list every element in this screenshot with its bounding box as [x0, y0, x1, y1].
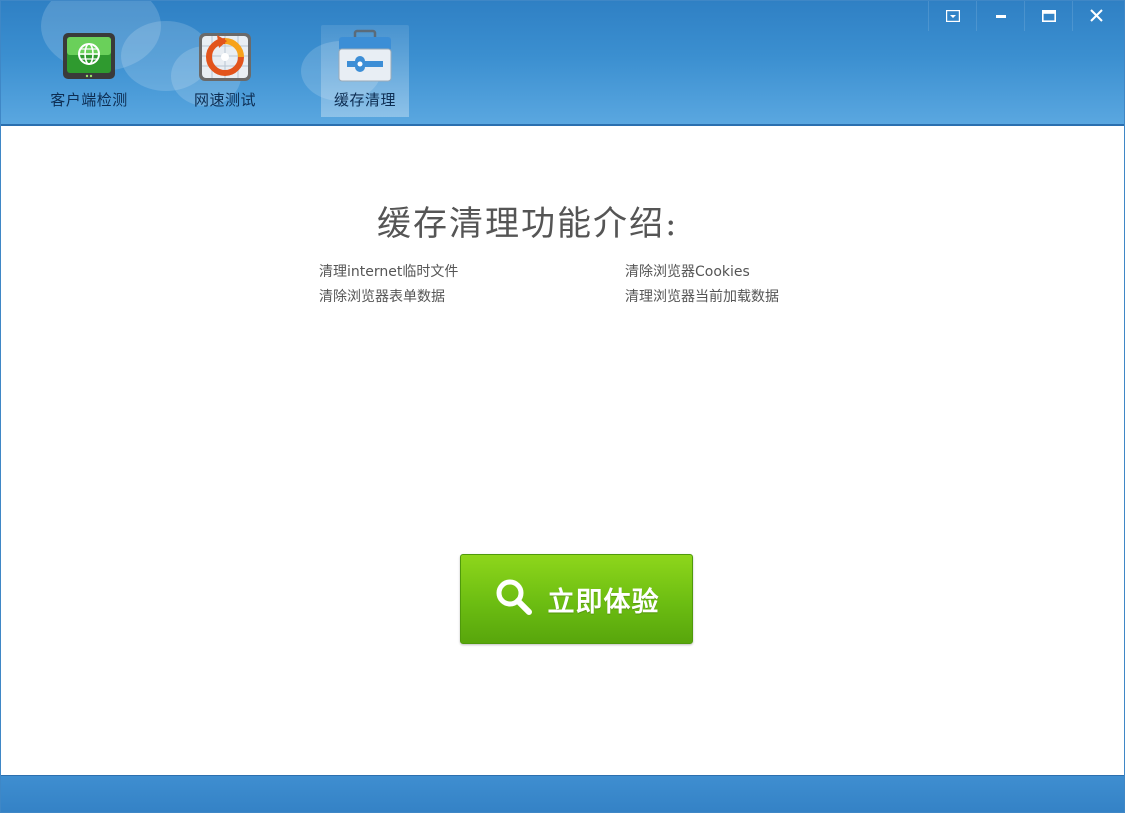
speed-refresh-icon [197, 29, 253, 85]
search-icon [494, 577, 534, 621]
maximize-icon [1041, 7, 1056, 26]
tab-label: 网速测试 [193, 91, 256, 109]
toolbox-wrench-icon [337, 29, 393, 85]
tab-label: 缓存清理 [333, 91, 396, 109]
page-title: 缓存清理功能介绍: [377, 204, 679, 244]
window-controls [928, 1, 1120, 31]
tab-client-detection[interactable]: 客户端检测 [45, 25, 133, 117]
dropdown-menu-icon [945, 7, 960, 26]
minimize-icon [995, 7, 1007, 26]
feature-item: 清除浏览器Cookies [625, 264, 750, 280]
close-button[interactable] [1072, 1, 1120, 31]
try-now-button[interactable]: 立即体验 [460, 554, 693, 644]
tab-speed-test[interactable]: 网速测试 [181, 25, 269, 117]
feature-item: 清理浏览器当前加载数据 [625, 289, 779, 305]
close-icon [1090, 7, 1103, 26]
status-bar [1, 775, 1124, 812]
tab-label: 客户端检测 [50, 91, 128, 109]
top-navigation-bar: 客户端检测 网速测试 缓存清理 [1, 1, 1124, 124]
try-now-label: 立即体验 [547, 586, 660, 618]
monitor-globe-icon [61, 29, 117, 85]
maximize-button[interactable] [1024, 1, 1072, 31]
main-content: 缓存清理功能介绍: 清理internet临时文件 清除浏览器Cookies 清除… [1, 126, 1124, 776]
feature-item: 清除浏览器表单数据 [319, 289, 445, 305]
minimize-button[interactable] [976, 1, 1024, 31]
tab-cache-cleanup[interactable]: 缓存清理 [321, 25, 409, 117]
app-window: 客户端检测 网速测试 缓存清理 缓存清理功能介绍: 清理internet临时文件… [0, 0, 1125, 813]
dropdown-menu-button[interactable] [928, 1, 976, 31]
feature-item: 清理internet临时文件 [319, 264, 459, 280]
